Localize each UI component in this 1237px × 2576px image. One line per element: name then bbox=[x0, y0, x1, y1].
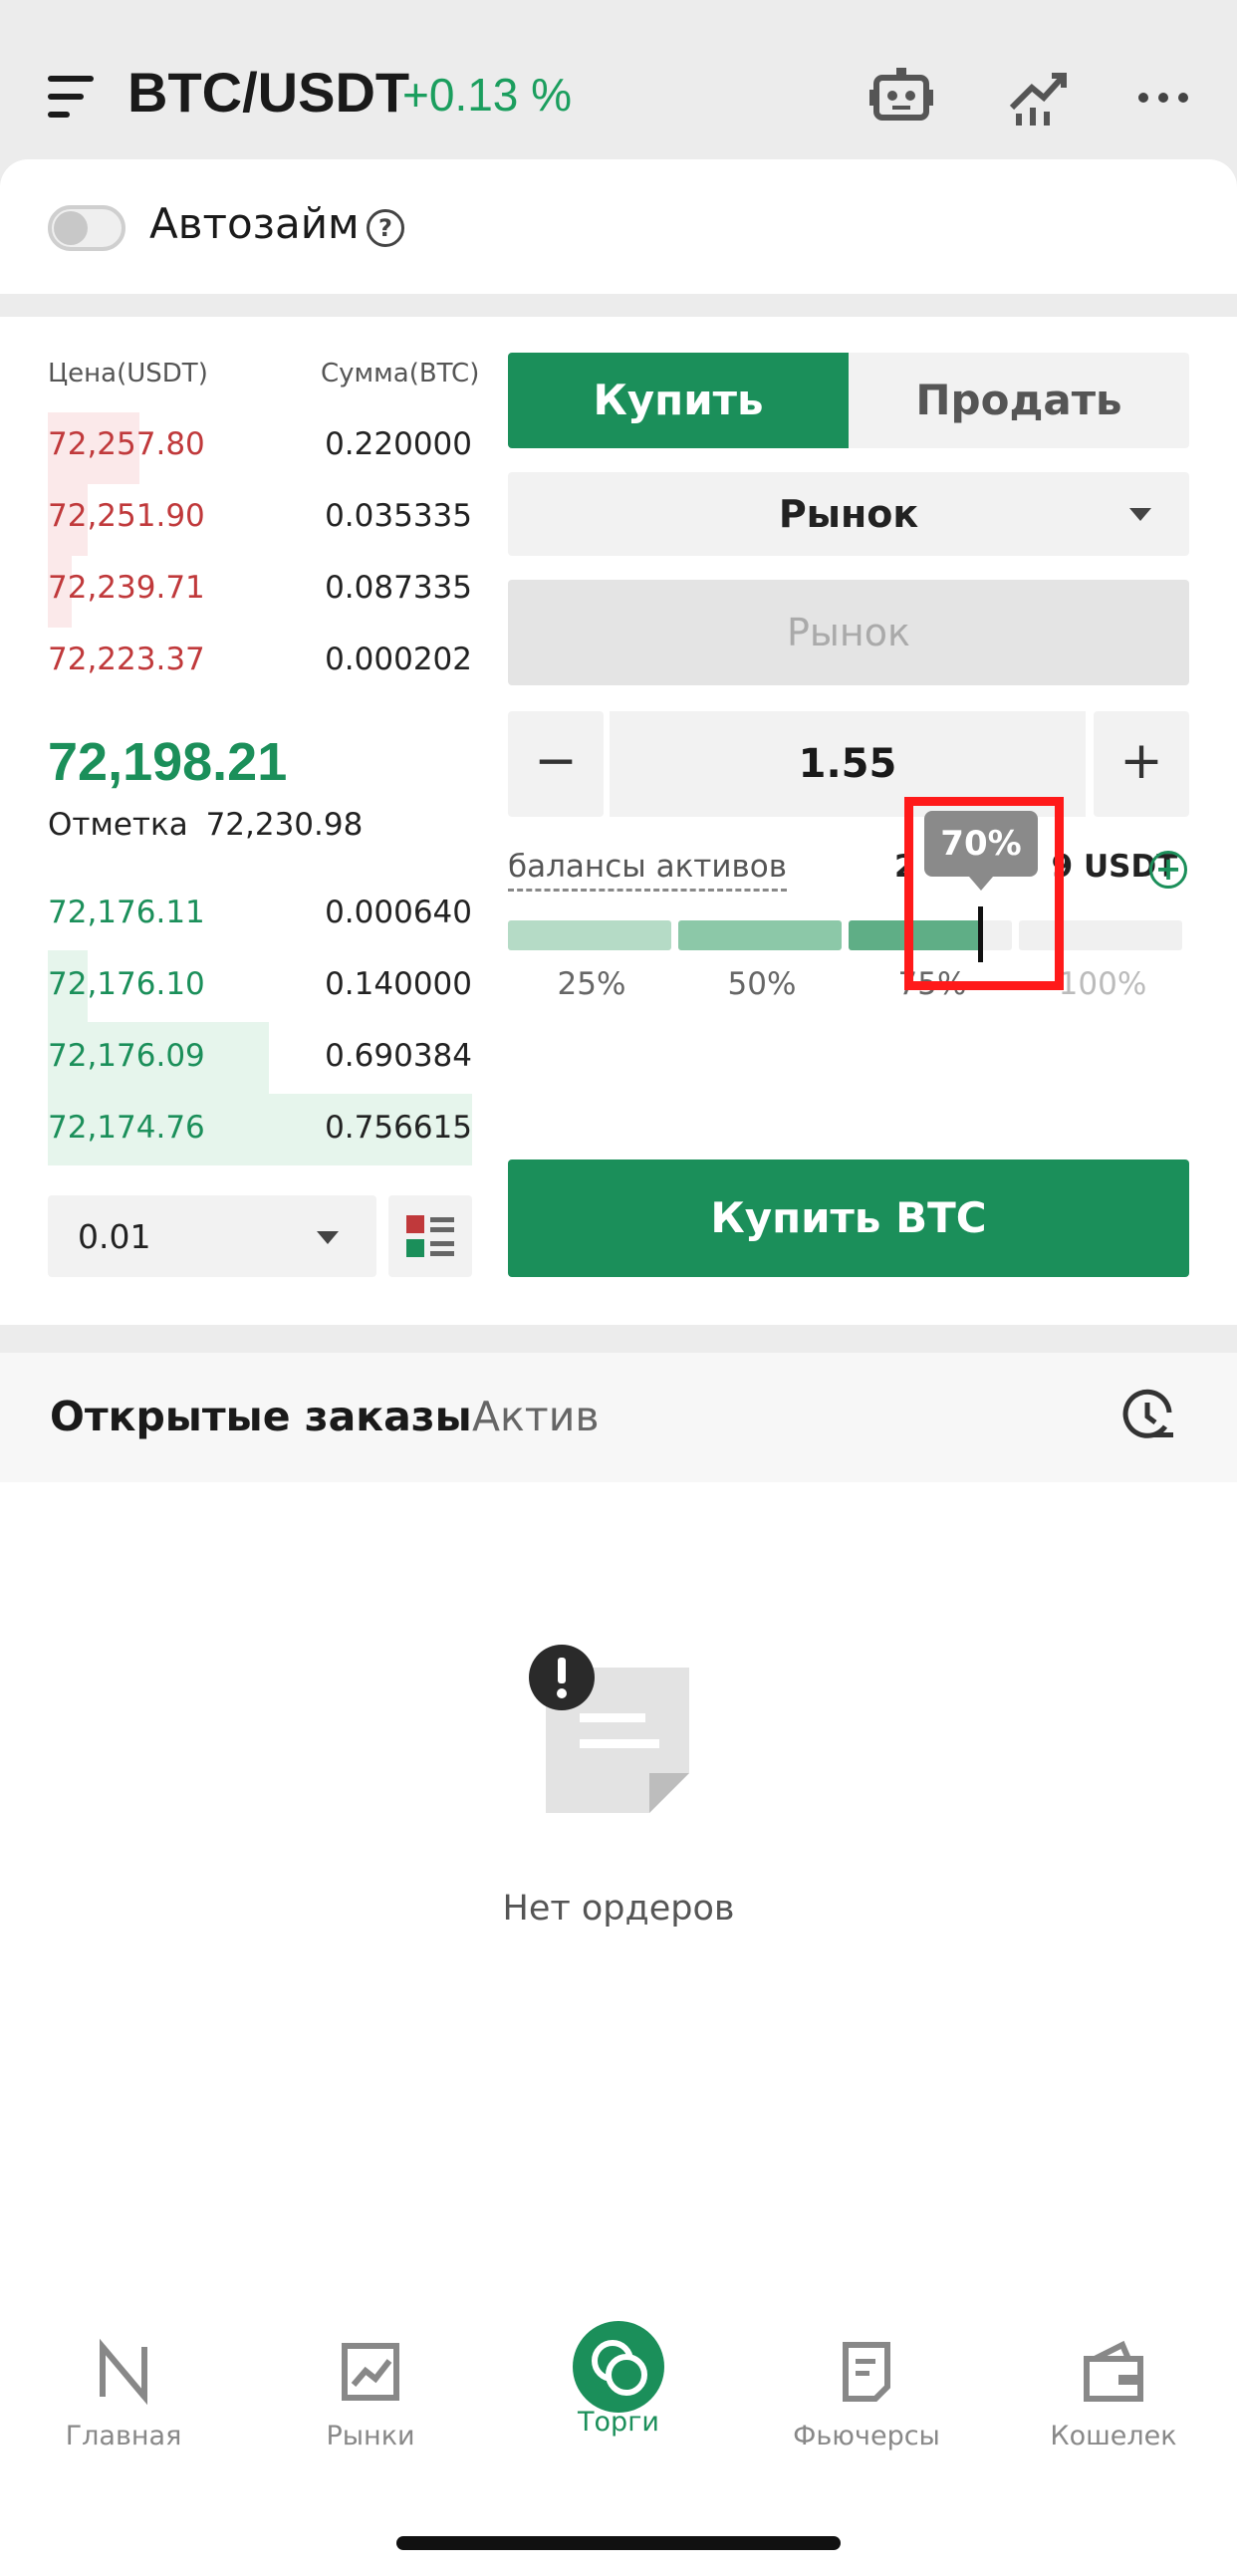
nav-label: Рынки bbox=[326, 2421, 415, 2451]
bid-row[interactable]: 72,176.10 0.140000 bbox=[0, 966, 498, 1038]
ask-amount: 0.000202 bbox=[325, 642, 472, 677]
ask-price: 72,239.71 bbox=[48, 570, 205, 606]
bid-row[interactable]: 72,176.09 0.690384 bbox=[0, 1038, 498, 1110]
tab-open-orders[interactable]: Открытые заказы bbox=[50, 1393, 472, 1440]
nav-label: Торги bbox=[578, 2407, 659, 2438]
quantity-decrement-button[interactable]: − bbox=[508, 711, 604, 817]
sell-tab[interactable]: Продать bbox=[849, 353, 1189, 448]
precision-select[interactable]: 0.01 bbox=[48, 1195, 376, 1277]
ask-row[interactable]: 72,251.90 0.035335 bbox=[0, 498, 498, 570]
bid-amount: 0.140000 bbox=[325, 966, 472, 1002]
bid-row[interactable]: 72,174.76 0.756615 bbox=[0, 1110, 498, 1181]
bid-row[interactable]: 72,176.11 0.000640 bbox=[0, 895, 498, 966]
nav-label: Кошелек bbox=[1050, 2421, 1177, 2451]
pair-title[interactable]: BTC/USDT bbox=[127, 60, 409, 125]
chevron-down-icon bbox=[317, 1231, 339, 1244]
mark-value: 72,230.98 bbox=[205, 807, 364, 843]
home-indicator bbox=[396, 2536, 841, 2550]
slider-segment[interactable] bbox=[508, 920, 671, 950]
empty-orders-text: Нет ордеров bbox=[502, 1889, 735, 1929]
trade-icon bbox=[573, 2321, 664, 2413]
orderbook-price-header: Цена(USDT) bbox=[48, 359, 208, 388]
ask-price: 72,257.80 bbox=[48, 426, 205, 462]
ask-row[interactable]: 72,257.80 0.220000 bbox=[0, 426, 498, 498]
more-icon[interactable] bbox=[1133, 64, 1199, 129]
ask-price: 72,251.90 bbox=[48, 498, 205, 534]
ask-price: 72,223.37 bbox=[48, 642, 205, 677]
market-chart-icon bbox=[336, 2337, 405, 2407]
mark-price: Отметка 72,230.98 bbox=[48, 807, 363, 843]
tab-assets[interactable]: Актив bbox=[472, 1393, 600, 1440]
balance-label[interactable]: балансы активов bbox=[508, 849, 787, 892]
logo-icon bbox=[89, 2337, 158, 2407]
ask-row[interactable]: 72,223.37 0.000202 bbox=[0, 642, 498, 713]
nav-futures[interactable]: Фьючерсы bbox=[767, 2337, 966, 2451]
nav-wallet[interactable]: Кошелек bbox=[1014, 2337, 1213, 2451]
chevron-down-icon bbox=[1129, 508, 1151, 521]
bid-price: 72,174.76 bbox=[48, 1110, 205, 1146]
buy-btc-button[interactable]: Купить BTC bbox=[508, 1159, 1189, 1277]
orderbook-layout-icon bbox=[406, 1215, 454, 1257]
ask-amount: 0.087335 bbox=[325, 570, 472, 606]
menu-icon[interactable] bbox=[48, 74, 94, 120]
bid-amount: 0.756615 bbox=[325, 1110, 472, 1146]
autoloan-label: Автозайм bbox=[149, 199, 360, 248]
order-type-value: Рынок bbox=[778, 492, 919, 536]
robot-icon[interactable] bbox=[868, 64, 934, 129]
help-icon[interactable]: ? bbox=[367, 209, 404, 247]
last-price: 72,198.21 bbox=[48, 732, 288, 792]
mark-label: Отметка bbox=[48, 807, 188, 843]
order-type-select[interactable]: Рынок bbox=[508, 472, 1189, 556]
wallet-icon bbox=[1079, 2337, 1148, 2407]
ask-row[interactable]: 72,239.71 0.087335 bbox=[0, 570, 498, 642]
precision-value: 0.01 bbox=[78, 1217, 151, 1256]
nav-trade[interactable]: Торги bbox=[519, 2321, 718, 2438]
chart-growth-icon[interactable] bbox=[1006, 64, 1072, 129]
bid-price: 72,176.11 bbox=[48, 895, 205, 930]
slider-segment[interactable] bbox=[678, 920, 842, 950]
orderbook-layout-button[interactable] bbox=[388, 1195, 472, 1277]
nav-markets[interactable]: Рынки bbox=[271, 2337, 470, 2451]
add-balance-icon[interactable]: + bbox=[1149, 851, 1187, 889]
slider-mark-50[interactable]: 50% bbox=[702, 966, 822, 1002]
bid-amount: 0.000640 bbox=[325, 895, 472, 930]
futures-icon bbox=[832, 2337, 901, 2407]
empty-document-icon bbox=[526, 1644, 715, 1833]
history-icon[interactable] bbox=[1117, 1387, 1177, 1446]
slider-mark-25[interactable]: 25% bbox=[532, 966, 651, 1002]
bid-price: 72,176.09 bbox=[48, 1038, 205, 1074]
nav-home[interactable]: Главная bbox=[24, 2337, 223, 2451]
nav-label: Фьючерсы bbox=[793, 2421, 940, 2451]
price-input: Рынок bbox=[508, 580, 1189, 685]
autoloan-toggle[interactable] bbox=[48, 205, 125, 251]
buy-tab[interactable]: Купить bbox=[508, 353, 849, 448]
orderbook-amount-header: Сумма(BTC) bbox=[321, 359, 480, 388]
quantity-increment-button[interactable]: + bbox=[1094, 711, 1189, 817]
nav-label: Главная bbox=[65, 2421, 182, 2451]
highlight-box bbox=[904, 797, 1064, 990]
bid-price: 72,176.10 bbox=[48, 966, 205, 1002]
pair-change: +0.13 % bbox=[402, 69, 573, 121]
ask-amount: 0.220000 bbox=[325, 426, 472, 462]
bid-amount: 0.690384 bbox=[325, 1038, 472, 1074]
ask-amount: 0.035335 bbox=[325, 498, 472, 534]
